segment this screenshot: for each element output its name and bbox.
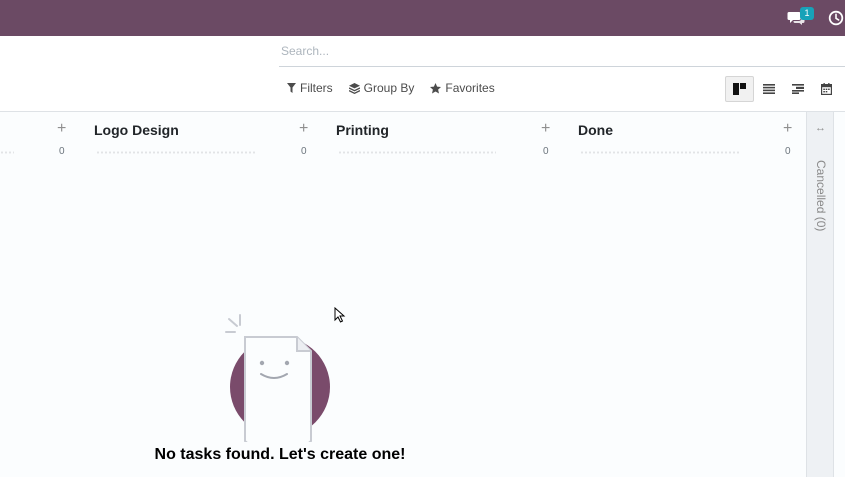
star-icon [430,82,442,93]
gantt-view-button[interactable] [783,76,812,102]
calendar-view-icon [821,83,832,95]
filters-button[interactable]: Filters [287,81,333,95]
column-count: 0 [543,146,549,157]
filter-icon [287,83,296,93]
filters-label: Filters [300,81,333,95]
list-view-button[interactable] [754,76,783,102]
search-options: Filters Group By Favorites [287,81,495,95]
column-count: 0 [785,146,791,157]
column-title[interactable]: Done [578,122,613,138]
top-navbar: 1 [0,0,845,36]
column-progress-bar [96,151,256,154]
kanban-view-button[interactable] [725,76,754,102]
unfold-arrow-icon[interactable]: ↔ [815,122,826,134]
mouse-cursor-icon [334,307,346,323]
search-bar [279,36,845,67]
list-view-icon [762,84,775,94]
kanban-column-done: Done + 0 [578,112,798,477]
kanban-view-icon [733,83,746,95]
column-title[interactable]: Logo Design [94,122,179,138]
column-progress-bar [338,151,496,154]
kanban-board: + 0 Logo Design + 0 Printing + 0 Done + … [0,112,845,477]
favorites-button[interactable]: Favorites [430,81,495,95]
column-progress-bar [580,151,740,154]
clock-icon[interactable] [828,10,844,26]
group-by-button[interactable]: Group By [348,81,415,95]
view-switcher [725,76,841,102]
add-task-button[interactable]: + [541,120,550,138]
empty-state-title: No tasks found. Let's create one! [154,446,406,463]
group-by-label: Group By [363,81,415,95]
folded-column-cancelled[interactable]: ↔ Cancelled (0) [806,112,834,477]
empty-document-illustration [225,314,330,442]
column-count: 0 [59,146,65,157]
column-progress-bar [0,151,14,154]
add-task-button[interactable]: + [57,120,66,138]
add-task-button[interactable]: + [783,120,792,138]
folded-column-label[interactable]: Cancelled (0) [814,160,828,231]
control-panel: Filters Group By Favorites [0,36,845,112]
chat-badge: 1 [800,7,814,20]
column-title[interactable]: Printing [336,122,389,138]
column-count: 0 [301,146,307,157]
kanban-column: + 0 [0,112,70,477]
search-input[interactable] [279,36,845,66]
layers-icon [348,82,360,94]
favorites-label: Favorites [445,81,495,95]
kanban-column-printing: Printing + 0 [336,112,556,477]
add-task-button[interactable]: + [299,120,308,138]
gantt-view-icon [791,84,804,94]
calendar-view-button[interactable] [812,76,841,102]
